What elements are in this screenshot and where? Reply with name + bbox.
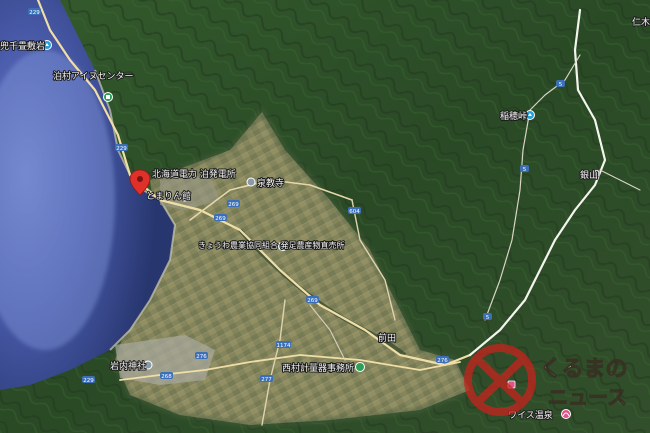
label-tomari-ainu: 泊村アイヌセンター bbox=[53, 70, 134, 82]
svg-text:229: 229 bbox=[29, 10, 40, 16]
svg-text:269: 269 bbox=[215, 216, 226, 222]
svg-text:276: 276 bbox=[437, 358, 448, 364]
poi-wise-icon[interactable] bbox=[561, 409, 571, 419]
route-shield-269: 269 bbox=[227, 200, 240, 208]
route-shield-5-b: 5 bbox=[556, 80, 565, 88]
label-niki: 仁木町 bbox=[632, 16, 650, 28]
svg-text:1174: 1174 bbox=[277, 343, 291, 349]
watermark-text-bottom: ニュース bbox=[548, 385, 627, 409]
svg-text:276: 276 bbox=[196, 354, 207, 360]
route-shield-229-b: 229 bbox=[82, 376, 95, 384]
label-kanchiwa: 兜千畳敷岩 bbox=[0, 40, 45, 52]
route-shield-269-b: 269 bbox=[214, 214, 227, 222]
svg-text:269: 269 bbox=[307, 298, 318, 304]
label-iwanai-jinja: 岩内神社 bbox=[110, 360, 146, 372]
svg-text:268: 268 bbox=[161, 374, 172, 380]
watermark-text-top: くるまの bbox=[540, 357, 628, 382]
route-shield-269-c: 269 bbox=[306, 296, 319, 304]
label-tomarin: とまりん館 bbox=[146, 190, 191, 202]
svg-text:5: 5 bbox=[486, 315, 490, 321]
label-kyoiku: 泉教寺 bbox=[257, 177, 284, 189]
route-shield-276-b: 276 bbox=[436, 356, 449, 364]
satellite-map: 229 269 269 604 276 268 229 1174 269 277… bbox=[0, 0, 650, 433]
poi-nishimura-icon[interactable] bbox=[355, 362, 365, 372]
route-shield-604: 604 bbox=[348, 207, 361, 215]
route-shield-276: 276 bbox=[195, 352, 208, 360]
svg-text:604: 604 bbox=[349, 209, 360, 215]
route-shield-268: 268 bbox=[160, 372, 173, 380]
label-kyowa-nokyo: きょうわ農業協同組合 発足農産物直売所 bbox=[198, 240, 345, 250]
svg-text:277: 277 bbox=[261, 377, 272, 383]
route-shield-277: 277 bbox=[260, 375, 273, 383]
route-shield-229-a: 229 bbox=[115, 144, 128, 152]
route-shield-5-a: 5 bbox=[483, 313, 492, 321]
svg-text:269: 269 bbox=[228, 202, 239, 208]
svg-text:5: 5 bbox=[523, 167, 527, 173]
route-shield-5-c: 5 bbox=[520, 165, 529, 173]
label-inaho: 稲穂峠 bbox=[500, 110, 527, 122]
route-shield-229-c: 229 bbox=[28, 8, 41, 16]
svg-text:229: 229 bbox=[116, 146, 127, 152]
label-maeda: 前田 bbox=[378, 332, 396, 344]
map-view[interactable]: 229 269 269 604 276 268 229 1174 269 277… bbox=[0, 0, 650, 433]
poi-kyoiku-icon[interactable] bbox=[246, 177, 256, 187]
svg-text:229: 229 bbox=[83, 378, 94, 384]
svg-text:5: 5 bbox=[559, 82, 563, 88]
label-ginzan: 銀山 bbox=[580, 169, 598, 181]
route-shield-1174: 1174 bbox=[276, 341, 291, 349]
label-nishimura: 西村計量器事務所 bbox=[282, 362, 354, 374]
poi-tomari-ainu-icon[interactable] bbox=[103, 92, 113, 102]
label-hokuden: 北海道電力 泊発電所 bbox=[152, 168, 236, 180]
